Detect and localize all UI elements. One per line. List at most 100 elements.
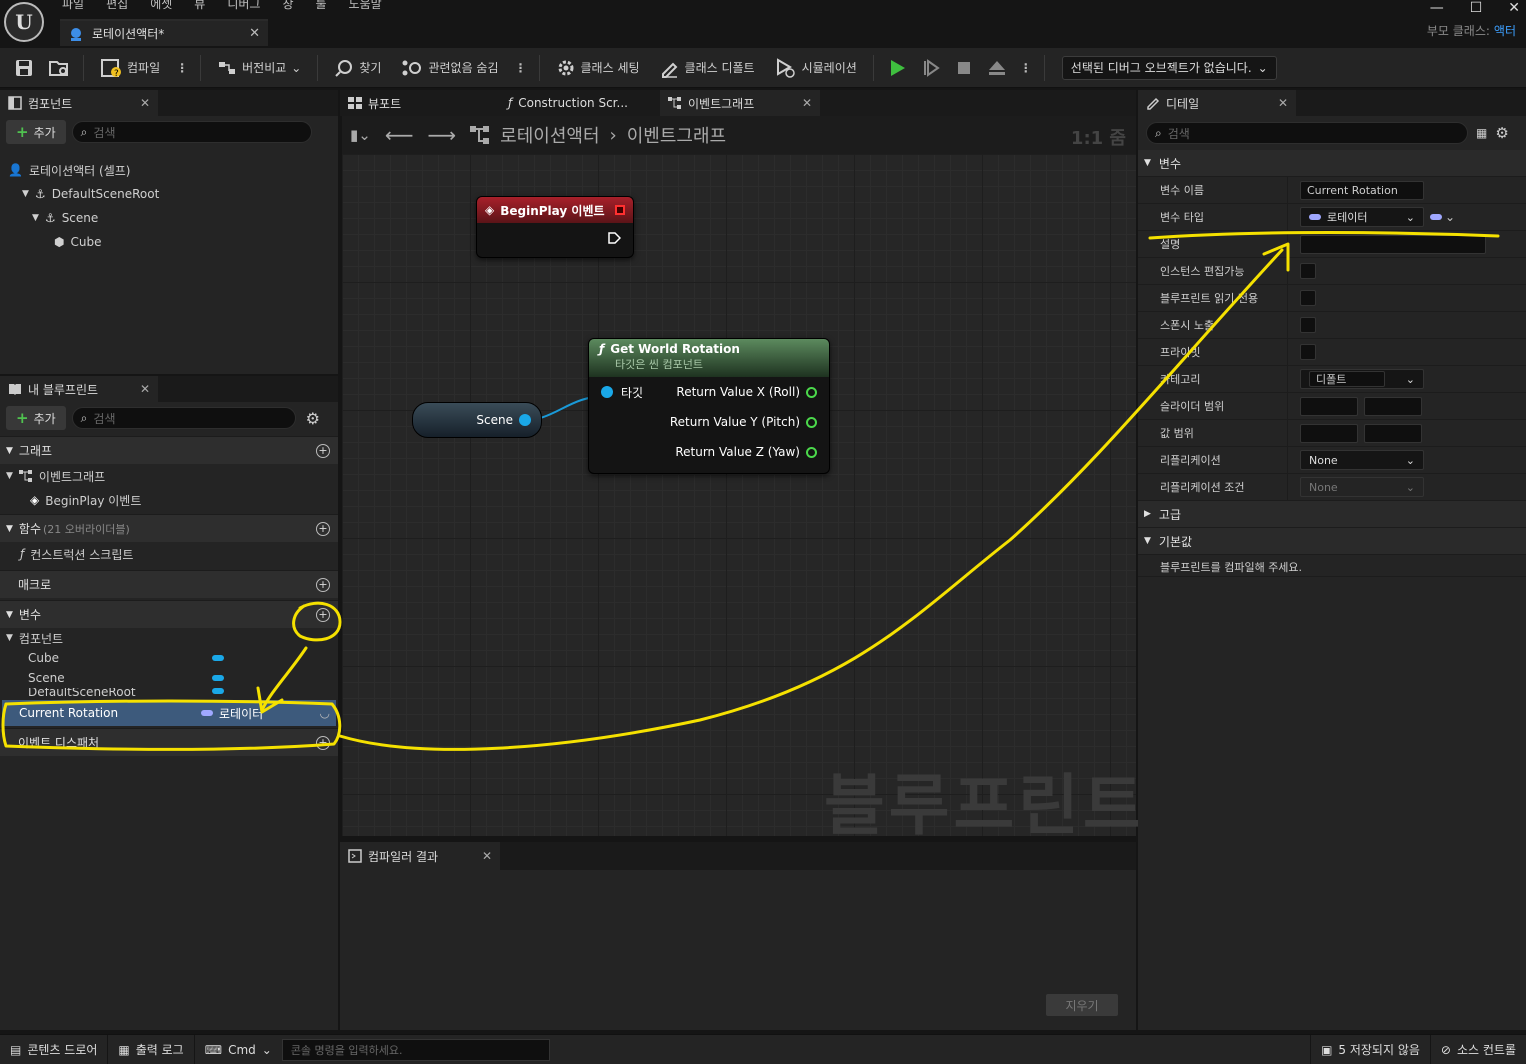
tree-item-scene[interactable]: ▼ ⚓ Scene	[0, 206, 338, 230]
parent-class-link[interactable]: 액터	[1494, 22, 1516, 39]
class-settings-button[interactable]: 클래스 세팅	[549, 53, 647, 83]
list-item-begin-play[interactable]: ◈ BeginPlay 이벤트	[0, 488, 338, 512]
section-graphs[interactable]: ▼ 그래프 +	[0, 436, 338, 464]
replication-condition-select[interactable]: None ⌄	[1300, 477, 1424, 497]
variable-row-scene[interactable]: Scene	[0, 668, 338, 688]
section-variables[interactable]: ▼ 변수 +	[0, 600, 338, 628]
variable-row-cube[interactable]: Cube	[0, 648, 338, 668]
breadcrumb-current[interactable]: 이벤트그래프	[627, 122, 726, 148]
menu-item[interactable]: 툴	[316, 0, 327, 12]
add-function-icon[interactable]: +	[316, 521, 330, 536]
bp-readonly-checkbox[interactable]	[1300, 290, 1316, 306]
hide-unrelated-button[interactable]: 관련없음 숨김	[394, 53, 505, 83]
stop-icon[interactable]	[951, 53, 977, 83]
section-advanced[interactable]: ▶ 고급	[1138, 501, 1526, 528]
step-icon[interactable]	[917, 53, 945, 83]
compile-options-icon[interactable]: ⋮	[173, 61, 191, 75]
list-item-event-graph[interactable]: ▼ 이벤트그래프	[0, 464, 338, 488]
browse-icon[interactable]	[44, 53, 74, 83]
eject-icon[interactable]	[983, 53, 1011, 83]
replication-select[interactable]: None ⌄	[1300, 450, 1424, 470]
source-control-button[interactable]: ⊘ 소스 컨트롤	[1431, 1035, 1526, 1064]
variable-name-field[interactable]: Current Rotation	[1300, 180, 1424, 200]
scene-getter-node[interactable]: Scene	[412, 402, 542, 438]
unsaved-button[interactable]: ▣ 5 저장되지 않음	[1310, 1034, 1431, 1064]
tab-event-graph[interactable]: 이벤트그래프 ✕	[660, 90, 820, 116]
tree-item-self[interactable]: 👤 로테이션액터 (셀프)	[0, 158, 338, 182]
slider-max-field[interactable]	[1364, 396, 1422, 416]
settings-gear-icon[interactable]: ⚙	[306, 409, 320, 428]
get-world-rotation-node[interactable]: ƒ Get World Rotation 타깃은 씬 컴포넌트 타깃 Return…	[588, 338, 830, 474]
close-icon[interactable]: ✕	[140, 382, 150, 396]
breadcrumb-root[interactable]: 로테이션액터	[500, 122, 599, 148]
forward-arrow-icon[interactable]: ⟶	[428, 123, 457, 147]
bookmark-icon[interactable]: ▮⌄	[350, 126, 371, 144]
compile-button[interactable]: ? 컴파일	[93, 53, 167, 83]
play-options-icon[interactable]: ⋮	[1017, 61, 1035, 75]
container-type-select[interactable]: ⌄	[1430, 210, 1455, 224]
variable-row-default-scene-root[interactable]: DefaultSceneRoot	[0, 688, 338, 700]
value-min-field[interactable]	[1300, 423, 1358, 443]
menu-item[interactable]: 창	[282, 0, 293, 12]
slider-min-field[interactable]	[1300, 396, 1358, 416]
diff-button[interactable]: 버전비교 ⌄	[210, 53, 308, 83]
cmd-select[interactable]: ⌨ Cmd ⌄	[195, 1035, 282, 1064]
save-icon[interactable]	[10, 53, 38, 83]
play-icon[interactable]	[883, 53, 911, 83]
description-field[interactable]	[1300, 234, 1486, 254]
delegate-pin-icon[interactable]	[615, 205, 625, 215]
add-member-button[interactable]: + 추가	[6, 406, 66, 430]
event-graph-canvas[interactable]: ◈ BeginPlay 이벤트 Scene ƒ Get World Rotatio…	[342, 154, 1136, 836]
instance-editable-checkbox[interactable]	[1300, 263, 1316, 279]
close-icon[interactable]: ✕	[140, 96, 150, 110]
maximize-icon[interactable]: ☐	[1470, 0, 1483, 16]
section-default-value[interactable]: ▼ 기본값	[1138, 528, 1526, 555]
close-icon[interactable]: ✕	[802, 96, 812, 110]
content-drawer-button[interactable]: ▤ 콘텐츠 드로어	[0, 1034, 109, 1064]
variable-group-components[interactable]: ▼ 컴포넌트	[0, 628, 338, 648]
table-view-icon[interactable]: ▦	[1476, 126, 1487, 140]
close-icon[interactable]: ✕	[482, 849, 492, 863]
menu-item[interactable]: 도움말	[349, 0, 382, 12]
components-search-input[interactable]: ⌕ 검색	[71, 121, 312, 143]
menu-item[interactable]: 편집	[106, 0, 128, 12]
add-variable-icon[interactable]: +	[316, 607, 330, 622]
section-event-dispatchers[interactable]: 이벤트 디스패처 +	[0, 728, 338, 756]
category-select[interactable]: 디폴트 ⌄	[1300, 369, 1424, 389]
float-pin-icon[interactable]	[806, 446, 817, 458]
tree-item-default-scene-root[interactable]: ▼ ⚓ DefaultSceneRoot	[0, 182, 338, 206]
menu-item[interactable]: 파일	[62, 0, 84, 12]
float-pin-icon[interactable]	[806, 386, 817, 398]
document-tab[interactable]: 로테이션액터* ✕	[60, 19, 268, 46]
tab-compiler-results[interactable]: 컴파일러 결과 ✕	[340, 842, 500, 870]
target-pin-icon[interactable]	[601, 386, 613, 398]
tab-components[interactable]: 컴포넌트 ✕	[0, 90, 158, 116]
exec-output-pin[interactable]	[477, 223, 633, 253]
float-pin-icon[interactable]	[806, 416, 817, 428]
unreal-logo-icon[interactable]: U	[4, 2, 44, 42]
value-max-field[interactable]	[1364, 423, 1422, 443]
tab-my-blueprint[interactable]: 내 블루프린트 ✕	[0, 376, 158, 402]
minimize-icon[interactable]: —	[1430, 0, 1444, 16]
find-button[interactable]: 찾기	[327, 53, 388, 83]
section-functions[interactable]: ▼ 함수 (21 오버라이더블) +	[0, 514, 338, 542]
begin-play-node[interactable]: ◈ BeginPlay 이벤트	[476, 196, 634, 258]
expose-spawn-checkbox[interactable]	[1300, 317, 1316, 333]
my-blueprint-search-input[interactable]: ⌕ 검색	[71, 407, 296, 429]
simulation-button[interactable]: 시뮬레이션	[768, 53, 864, 83]
menu-item[interactable]: 디버그	[227, 0, 260, 12]
section-variable[interactable]: ▼ 변수	[1138, 150, 1526, 177]
variable-row-current-rotation[interactable]: Current Rotation 로테이터 ◡	[2, 700, 336, 726]
eye-icon[interactable]: ◡	[320, 706, 330, 720]
list-item-construction-script[interactable]: ƒ 컨스트럭션 스크립트	[0, 542, 338, 566]
add-graph-icon[interactable]: +	[316, 443, 330, 458]
output-pin-icon[interactable]	[519, 414, 531, 426]
close-icon[interactable]: ✕	[249, 26, 260, 41]
debug-object-select[interactable]: 선택된 디버그 오브젝트가 없습니다. ⌄	[1061, 55, 1277, 80]
settings-gear-icon[interactable]: ⚙	[1495, 124, 1508, 142]
console-input[interactable]: 콘솔 명령을 입력하세요.	[281, 1038, 550, 1061]
tab-construction-script[interactable]: ƒ Construction Scr...	[500, 90, 660, 116]
close-window-icon[interactable]: ✕	[1508, 0, 1520, 16]
menu-item[interactable]: 에셋	[150, 0, 172, 12]
clear-button[interactable]: 지우기	[1046, 994, 1118, 1016]
